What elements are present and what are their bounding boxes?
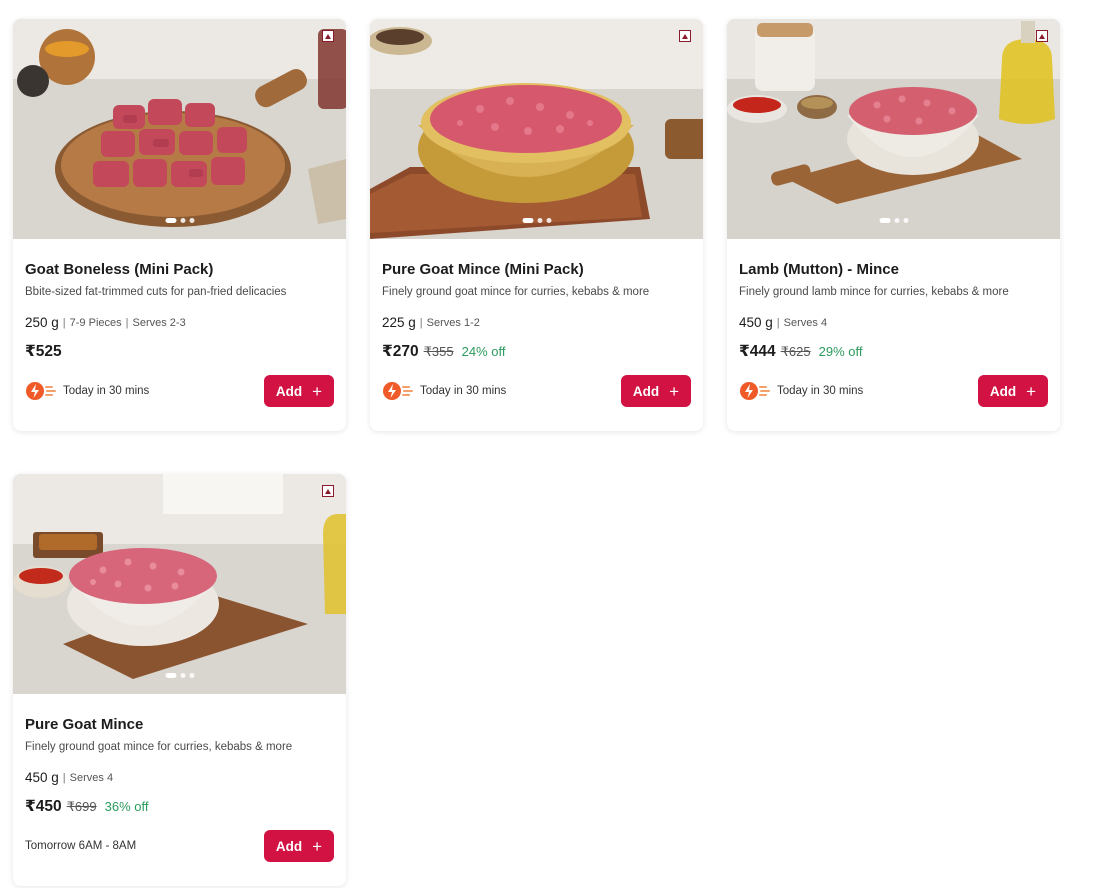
discount-badge: 36% off bbox=[104, 799, 149, 814]
express-bolt-icon bbox=[383, 382, 413, 400]
price-row: ₹450 ₹699 36% off bbox=[25, 798, 334, 816]
lamb-mince-photo bbox=[727, 19, 1060, 239]
product-weight: 450 g bbox=[739, 315, 773, 330]
carousel-dots[interactable] bbox=[165, 218, 194, 223]
delivery-info: Tomorrow 6AM - 8AM bbox=[25, 840, 136, 852]
product-description: Finely ground goat mince for curries, ke… bbox=[382, 286, 650, 298]
carousel-dot[interactable] bbox=[522, 218, 533, 223]
carousel-dot[interactable] bbox=[180, 673, 185, 678]
carousel-dots[interactable] bbox=[165, 673, 194, 678]
product-mrp: ₹625 bbox=[780, 344, 811, 359]
delivery-info: Today in 30 mins bbox=[25, 381, 149, 401]
delivery-text: Today in 30 mins bbox=[63, 385, 150, 397]
carousel-dot[interactable] bbox=[894, 218, 899, 223]
plus-icon: + bbox=[1026, 381, 1037, 401]
express-bolt-icon bbox=[26, 382, 56, 400]
product-card[interactable]: Pure Goat Mince Finely ground goat mince… bbox=[13, 474, 346, 886]
price-row: ₹270 ₹355 24% off bbox=[382, 343, 691, 361]
product-card[interactable]: Lamb (Mutton) - Mince Finely ground lamb… bbox=[727, 19, 1060, 431]
product-weight: 250 g bbox=[25, 315, 59, 330]
product-serves: Serves 4 bbox=[783, 317, 828, 329]
product-meta: 250 g | 7-9 Pieces | Serves 2-3 bbox=[25, 315, 186, 330]
carousel-dots[interactable] bbox=[522, 218, 551, 223]
add-to-cart-button[interactable]: Add + bbox=[264, 830, 334, 862]
carousel-dots[interactable] bbox=[879, 218, 908, 223]
pure-goat-mince-photo bbox=[13, 474, 346, 694]
delivery-text: Today in 30 mins bbox=[420, 385, 507, 397]
carousel-dot[interactable] bbox=[189, 673, 194, 678]
express-bolt-icon bbox=[740, 382, 770, 400]
add-label: Add bbox=[275, 383, 303, 399]
product-serves: Serves 2-3 bbox=[132, 317, 186, 329]
product-card[interactable]: Pure Goat Mince (Mini Pack) Finely groun… bbox=[370, 19, 703, 431]
carousel-dot[interactable] bbox=[180, 218, 185, 223]
price-row: ₹525 bbox=[25, 343, 334, 361]
product-serves: Serves 4 bbox=[69, 772, 114, 784]
add-label: Add bbox=[632, 383, 660, 399]
goat-boneless-photo bbox=[13, 19, 346, 239]
product-pieces: 7-9 Pieces bbox=[69, 317, 122, 329]
product-weight: 450 g bbox=[25, 770, 59, 785]
product-price: ₹450 bbox=[25, 798, 62, 815]
product-meta: 450 g | Serves 4 bbox=[739, 315, 828, 330]
add-label: Add bbox=[275, 838, 303, 854]
product-title[interactable]: Lamb (Mutton) - Mince bbox=[739, 261, 1048, 279]
carousel-dot[interactable] bbox=[165, 218, 176, 223]
delivery-text: Today in 30 mins bbox=[777, 385, 864, 397]
non-veg-icon bbox=[322, 30, 334, 42]
goat-mince-photo bbox=[370, 19, 703, 239]
product-meta: 450 g | Serves 4 bbox=[25, 770, 114, 785]
product-price: ₹444 bbox=[739, 343, 776, 360]
carousel-dot[interactable] bbox=[879, 218, 890, 223]
product-description: Finely ground goat mince for curries, ke… bbox=[25, 741, 293, 753]
product-description: Finely ground lamb mince for curries, ke… bbox=[739, 286, 1009, 298]
product-description: Bbite-sized fat-trimmed cuts for pan-fri… bbox=[25, 286, 287, 298]
product-meta: 225 g | Serves 1-2 bbox=[382, 315, 480, 330]
add-to-cart-button[interactable]: Add + bbox=[264, 375, 334, 407]
carousel-dot[interactable] bbox=[546, 218, 551, 223]
non-veg-icon bbox=[322, 485, 334, 497]
carousel-dot[interactable] bbox=[189, 218, 194, 223]
discount-badge: 24% off bbox=[461, 344, 506, 359]
product-card[interactable]: Goat Boneless (Mini Pack) Bbite-sized fa… bbox=[13, 19, 346, 431]
product-mrp: ₹699 bbox=[66, 799, 97, 814]
carousel-dot[interactable] bbox=[903, 218, 908, 223]
discount-badge: 29% off bbox=[818, 344, 863, 359]
product-image[interactable] bbox=[727, 19, 1060, 239]
product-title[interactable]: Goat Boneless (Mini Pack) bbox=[25, 261, 334, 279]
product-price: ₹270 bbox=[382, 343, 419, 360]
delivery-text: Tomorrow 6AM - 8AM bbox=[25, 840, 137, 852]
delivery-info: Today in 30 mins bbox=[739, 381, 863, 401]
plus-icon: + bbox=[669, 381, 680, 401]
product-title[interactable]: Pure Goat Mince bbox=[25, 716, 334, 734]
carousel-dot[interactable] bbox=[537, 218, 542, 223]
non-veg-icon bbox=[679, 30, 691, 42]
product-price: ₹525 bbox=[25, 343, 62, 360]
product-serves: Serves 1-2 bbox=[426, 317, 480, 329]
product-image[interactable] bbox=[13, 19, 346, 239]
plus-icon: + bbox=[312, 836, 323, 856]
product-mrp: ₹355 bbox=[423, 344, 454, 359]
product-image[interactable] bbox=[13, 474, 346, 694]
price-row: ₹444 ₹625 29% off bbox=[739, 343, 1048, 361]
add-to-cart-button[interactable]: Add + bbox=[621, 375, 691, 407]
plus-icon: + bbox=[312, 381, 323, 401]
delivery-info: Today in 30 mins bbox=[382, 381, 506, 401]
product-weight: 225 g bbox=[382, 315, 416, 330]
product-title[interactable]: Pure Goat Mince (Mini Pack) bbox=[382, 261, 691, 279]
add-to-cart-button[interactable]: Add + bbox=[978, 375, 1048, 407]
add-label: Add bbox=[989, 383, 1017, 399]
non-veg-icon bbox=[1036, 30, 1048, 42]
carousel-dot[interactable] bbox=[165, 673, 176, 678]
product-image[interactable] bbox=[370, 19, 703, 239]
